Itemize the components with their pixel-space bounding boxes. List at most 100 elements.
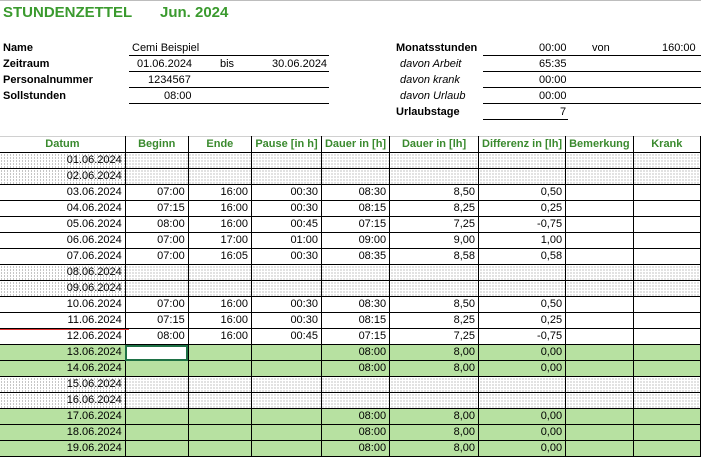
cell-bemerkung[interactable] bbox=[565, 200, 634, 217]
cell-krank[interactable] bbox=[633, 152, 701, 169]
cell-beginn[interactable] bbox=[125, 264, 189, 281]
cell-beginn[interactable] bbox=[125, 280, 189, 297]
cell-differenz[interactable]: 0,50 bbox=[478, 184, 567, 201]
column-header-ende[interactable]: Ende bbox=[188, 136, 253, 153]
cell-differenz[interactable] bbox=[478, 168, 567, 185]
cell-krank[interactable] bbox=[633, 440, 701, 457]
cell-differenz[interactable]: -0,75 bbox=[478, 216, 567, 233]
cell-beginn[interactable] bbox=[125, 392, 189, 409]
period-from[interactable]: 01.06.2024 bbox=[137, 58, 192, 70]
cell-ende[interactable] bbox=[188, 152, 253, 169]
cell-datum[interactable]: 02.06.2024 bbox=[0, 168, 126, 185]
cell-differenz[interactable]: 0,00 bbox=[478, 424, 567, 441]
cell-dauer-lh[interactable]: 8,50 bbox=[389, 296, 480, 313]
cell-pause[interactable] bbox=[251, 168, 322, 185]
cell-dauer-lh[interactable] bbox=[389, 264, 480, 281]
cell-pause[interactable]: 00:45 bbox=[251, 216, 322, 233]
cell-ende[interactable]: 17:00 bbox=[188, 232, 253, 249]
cell-dauer-h[interactable] bbox=[321, 280, 391, 297]
cell-pause[interactable] bbox=[251, 344, 322, 361]
cell-krank[interactable] bbox=[633, 264, 701, 281]
cell-pause[interactable] bbox=[251, 280, 322, 297]
cell-bemerkung[interactable] bbox=[565, 424, 634, 441]
cell-datum[interactable]: 03.06.2024 bbox=[0, 184, 126, 201]
cell-pause[interactable]: 00:30 bbox=[251, 184, 322, 201]
cell-krank[interactable] bbox=[633, 376, 701, 393]
cell-ende[interactable] bbox=[188, 408, 253, 425]
cell-dauer-lh[interactable]: 8,00 bbox=[389, 440, 480, 457]
cell-beginn[interactable] bbox=[125, 152, 189, 169]
cell-krank[interactable] bbox=[633, 328, 701, 345]
cell-ende[interactable] bbox=[188, 168, 253, 185]
column-header-dauer-h[interactable]: Dauer in [h] bbox=[321, 136, 391, 153]
cell-dauer-lh[interactable]: 8,25 bbox=[389, 312, 480, 329]
cell-bemerkung[interactable] bbox=[565, 360, 634, 377]
cell-dauer-h[interactable]: 07:15 bbox=[321, 328, 391, 345]
cell-beginn[interactable] bbox=[125, 168, 189, 185]
cell-datum[interactable]: 12.06.2024 bbox=[0, 328, 126, 345]
target-hours-value[interactable]: 08:00 bbox=[164, 90, 192, 102]
cell-pause[interactable]: 00:30 bbox=[251, 248, 322, 265]
cell-pause[interactable]: 00:30 bbox=[251, 200, 322, 217]
cell-bemerkung[interactable] bbox=[565, 344, 634, 361]
cell-dauer-lh[interactable]: 8,00 bbox=[389, 408, 480, 425]
cell-bemerkung[interactable] bbox=[565, 248, 634, 265]
cell-datum[interactable]: 16.06.2024 bbox=[0, 392, 126, 409]
cell-differenz[interactable]: 0,00 bbox=[478, 440, 567, 457]
cell-dauer-lh[interactable]: 8,00 bbox=[389, 360, 480, 377]
cell-dauer-h[interactable]: 08:35 bbox=[321, 248, 391, 265]
cell-pause[interactable]: 00:45 bbox=[251, 328, 322, 345]
cell-differenz[interactable]: 0,00 bbox=[478, 360, 567, 377]
cell-krank[interactable] bbox=[633, 248, 701, 265]
cell-datum[interactable]: 18.06.2024 bbox=[0, 424, 126, 441]
cell-differenz[interactable]: 0,25 bbox=[478, 312, 567, 329]
cell-datum[interactable]: 08.06.2024 bbox=[0, 264, 126, 281]
cell-datum[interactable]: 05.06.2024 bbox=[0, 216, 126, 233]
period-to[interactable]: 30.06.2024 bbox=[272, 58, 327, 70]
cell-ende[interactable] bbox=[188, 440, 253, 457]
cell-pause[interactable] bbox=[251, 376, 322, 393]
cell-pause[interactable] bbox=[251, 408, 322, 425]
cell-ende[interactable] bbox=[188, 392, 253, 409]
cell-pause[interactable] bbox=[251, 440, 322, 457]
cell-dauer-lh[interactable]: 8,00 bbox=[389, 424, 480, 441]
cell-pause[interactable]: 00:30 bbox=[251, 296, 322, 313]
cell-datum[interactable]: 17.06.2024 bbox=[0, 408, 126, 425]
cell-dauer-lh[interactable] bbox=[389, 392, 480, 409]
cell-dauer-h[interactable] bbox=[321, 264, 391, 281]
column-header-beginn[interactable]: Beginn bbox=[125, 136, 189, 153]
cell-differenz[interactable] bbox=[478, 264, 567, 281]
cell-bemerkung[interactable] bbox=[565, 328, 634, 345]
cell-ende[interactable]: 16:00 bbox=[188, 200, 253, 217]
cell-ende[interactable]: 16:00 bbox=[188, 184, 253, 201]
cell-bemerkung[interactable] bbox=[565, 184, 634, 201]
cell-krank[interactable] bbox=[633, 280, 701, 297]
cell-bemerkung[interactable] bbox=[565, 408, 634, 425]
cell-ende[interactable]: 16:05 bbox=[188, 248, 253, 265]
cell-dauer-lh[interactable] bbox=[389, 280, 480, 297]
cell-datum[interactable]: 13.06.2024 bbox=[0, 344, 126, 361]
cell-beginn[interactable] bbox=[125, 344, 189, 361]
cell-dauer-h[interactable]: 08:15 bbox=[321, 312, 391, 329]
cell-differenz[interactable]: -0,75 bbox=[478, 328, 567, 345]
cell-datum[interactable]: 07.06.2024 bbox=[0, 248, 126, 265]
cell-differenz[interactable]: 1,00 bbox=[478, 232, 567, 249]
cell-ende[interactable]: 16:00 bbox=[188, 216, 253, 233]
cell-bemerkung[interactable] bbox=[565, 152, 634, 169]
cell-krank[interactable] bbox=[633, 216, 701, 233]
cell-dauer-h[interactable]: 08:00 bbox=[321, 408, 391, 425]
cell-bemerkung[interactable] bbox=[565, 232, 634, 249]
cell-differenz[interactable] bbox=[478, 376, 567, 393]
cell-dauer-lh[interactable]: 9,00 bbox=[389, 232, 480, 249]
cell-krank[interactable] bbox=[633, 312, 701, 329]
cell-bemerkung[interactable] bbox=[565, 280, 634, 297]
cell-bemerkung[interactable] bbox=[565, 264, 634, 281]
cell-bemerkung[interactable] bbox=[565, 376, 634, 393]
cell-pause[interactable] bbox=[251, 424, 322, 441]
cell-dauer-h[interactable] bbox=[321, 392, 391, 409]
cell-datum[interactable]: 04.06.2024 bbox=[0, 200, 126, 217]
cell-krank[interactable] bbox=[633, 200, 701, 217]
cell-pause[interactable] bbox=[251, 360, 322, 377]
cell-bemerkung[interactable] bbox=[565, 296, 634, 313]
cell-krank[interactable] bbox=[633, 184, 701, 201]
